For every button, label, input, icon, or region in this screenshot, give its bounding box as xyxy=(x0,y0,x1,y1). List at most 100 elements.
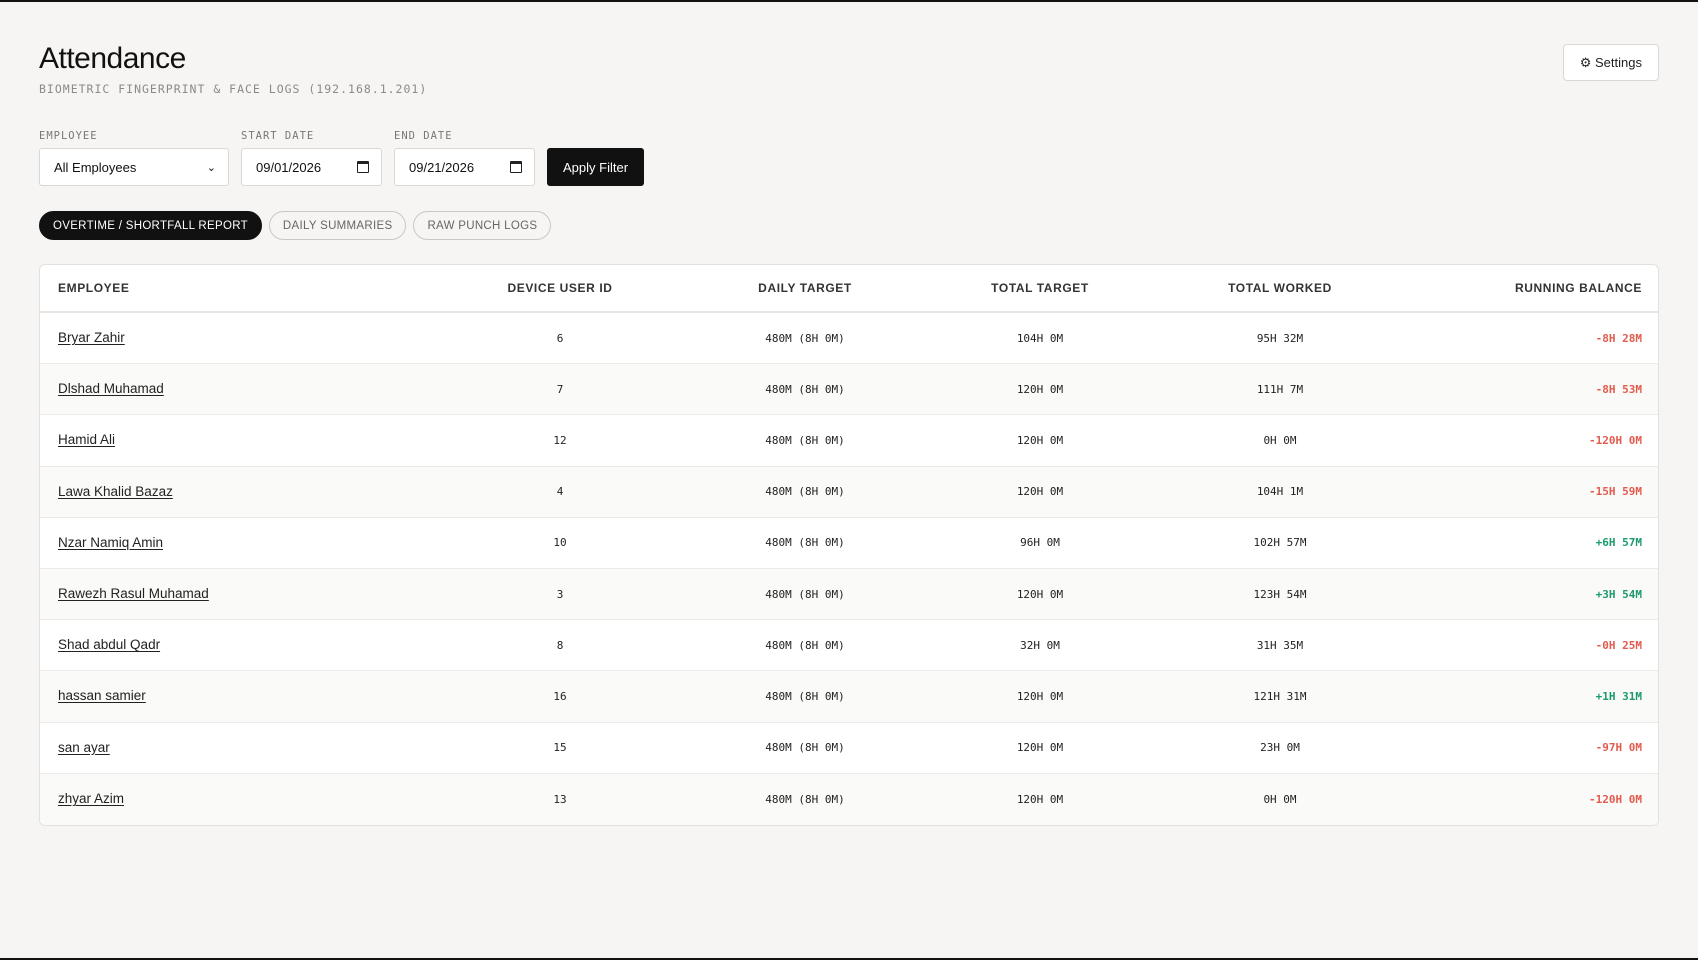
daily-target: 480M (8H 0M) xyxy=(765,536,845,550)
device-user-id: 10 xyxy=(553,536,567,550)
device-user-id: 15 xyxy=(553,741,567,755)
total-target: 120H 0M xyxy=(1016,689,1064,703)
running-balance: -120H 0M xyxy=(1589,792,1642,806)
table-row: Nzar Namiq Amin 10 480M (8H 0M) 96H 0M 1… xyxy=(40,518,1658,569)
total-worked: 23H 0M xyxy=(1260,741,1300,755)
end-date-input[interactable]: 09/21/2026 xyxy=(394,148,535,186)
employee-name-link[interactable]: Bryar Zahir xyxy=(58,330,125,345)
settings-button[interactable]: ⚙ Settings xyxy=(1562,44,1659,81)
running-balance: -8H 53M xyxy=(1595,382,1642,396)
page-title: Attendance xyxy=(39,42,186,75)
end-date-label: END DATE xyxy=(394,130,453,142)
employee-name-link[interactable]: Nzar Namiq Amin xyxy=(58,535,163,550)
total-target: 120H 0M xyxy=(1016,382,1064,396)
employee-name-link[interactable]: Rawezh Rasul Muhamad xyxy=(58,586,209,601)
start-date-filter: START DATE 09/01/2026 xyxy=(241,130,382,186)
employee-name-link[interactable]: Shad abdul Qadr xyxy=(58,637,160,652)
total-worked: 102H 57M xyxy=(1253,536,1307,550)
total-worked: 123H 54M xyxy=(1253,587,1307,601)
total-target: 120H 0M xyxy=(1016,485,1064,499)
daily-target: 480M (8H 0M) xyxy=(765,741,845,755)
calendar-icon[interactable] xyxy=(357,161,369,173)
chevron-down-icon: ⌄ xyxy=(206,161,216,174)
total-target: 104H 0M xyxy=(1016,331,1064,345)
col-employee: EMPLOYEE xyxy=(58,281,130,295)
start-date-value: 09/01/2026 xyxy=(256,159,322,175)
table-row: Lawa Khalid Bazaz 4 480M (8H 0M) 120H 0M… xyxy=(40,466,1658,518)
device-user-id: 6 xyxy=(556,331,564,345)
daily-target: 480M (8H 0M) xyxy=(765,638,845,652)
device-user-id: 16 xyxy=(553,689,567,703)
employee-name-link[interactable]: Dlshad Muhamad xyxy=(58,381,164,396)
total-target: 120H 0M xyxy=(1016,792,1064,806)
table-row: san ayar 15 480M (8H 0M) 120H 0M 23H 0M … xyxy=(40,723,1658,774)
col-total-target: TOTAL TARGET xyxy=(991,281,1089,295)
filter-bar: EMPLOYEE All Employees ⌄ START DATE 09/0… xyxy=(39,130,645,186)
device-user-id: 7 xyxy=(556,382,564,396)
device-user-id: 4 xyxy=(556,485,564,499)
daily-target: 480M (8H 0M) xyxy=(765,485,845,499)
col-device-user-id: DEVICE USER ID xyxy=(507,281,613,295)
total-worked: 31H 35M xyxy=(1256,638,1304,652)
total-target: 120H 0M xyxy=(1016,433,1064,447)
total-worked: 0H 0M xyxy=(1263,433,1297,447)
daily-target: 480M (8H 0M) xyxy=(765,433,845,447)
total-worked: 95H 32M xyxy=(1256,331,1304,345)
end-date-filter: END DATE 09/21/2026 xyxy=(394,130,535,186)
running-balance: -8H 28M xyxy=(1595,331,1642,345)
tab-raw-punch-logs[interactable]: RAW PUNCH LOGS xyxy=(413,211,552,240)
total-target: 96H 0M xyxy=(1020,536,1060,550)
table-header: EMPLOYEE DEVICE USER ID DAILY TARGET TOT… xyxy=(40,265,1658,313)
device-user-id: 3 xyxy=(556,587,564,601)
running-balance: -97H 0M xyxy=(1595,741,1642,755)
employee-select[interactable]: All Employees ⌄ xyxy=(39,148,229,186)
total-worked: 104H 1M xyxy=(1256,485,1304,499)
daily-target: 480M (8H 0M) xyxy=(765,587,845,601)
employee-select-value: All Employees xyxy=(54,159,137,175)
page-subtitle: BIOMETRIC FINGERPRINT & FACE LOGS (192.1… xyxy=(39,82,428,96)
device-user-id: 8 xyxy=(556,638,564,652)
device-user-id: 12 xyxy=(553,433,567,447)
daily-target: 480M (8H 0M) xyxy=(765,331,845,345)
page-header: Attendance BIOMETRIC FINGERPRINT & FACE … xyxy=(39,42,427,96)
total-target: 32H 0M xyxy=(1020,638,1060,652)
running-balance: -120H 0M xyxy=(1589,433,1642,447)
total-worked: 111H 7M xyxy=(1256,382,1304,396)
table-row: Bryar Zahir 6 480M (8H 0M) 104H 0M 95H 3… xyxy=(40,313,1658,365)
start-date-label: START DATE xyxy=(241,130,315,142)
table-body: Bryar Zahir 6 480M (8H 0M) 104H 0M 95H 3… xyxy=(40,313,1658,825)
employee-name-link[interactable]: Lawa Khalid Bazaz xyxy=(58,484,173,499)
daily-target: 480M (8H 0M) xyxy=(765,689,845,703)
daily-target: 480M (8H 0M) xyxy=(765,792,845,806)
apply-filter-button[interactable]: Apply Filter xyxy=(547,148,645,186)
running-balance: +3H 54M xyxy=(1595,587,1642,601)
table-row: Shad abdul Qadr 8 480M (8H 0M) 32H 0M 31… xyxy=(40,620,1658,672)
start-date-input[interactable]: 09/01/2026 xyxy=(241,148,382,186)
running-balance: -0H 25M xyxy=(1595,638,1642,652)
running-balance: -15H 59M xyxy=(1589,485,1642,499)
employee-name-link[interactable]: hassan samier xyxy=(58,688,146,703)
tab-overtime-shortfall[interactable]: OVERTIME / SHORTFALL REPORT xyxy=(39,211,262,240)
col-daily-target: DAILY TARGET xyxy=(758,281,852,295)
running-balance: +6H 57M xyxy=(1595,536,1642,550)
table-row: Rawezh Rasul Muhamad 3 480M (8H 0M) 120H… xyxy=(40,568,1658,621)
col-total-worked: TOTAL WORKED xyxy=(1228,281,1332,295)
table-row: hassan samier 16 480M (8H 0M) 120H 0M 12… xyxy=(40,671,1658,723)
table-row: Dlshad Muhamad 7 480M (8H 0M) 120H 0M 11… xyxy=(40,364,1658,416)
table-row: zhyar Azim 13 480M (8H 0M) 120H 0M 0H 0M… xyxy=(40,773,1658,825)
employee-label: EMPLOYEE xyxy=(39,130,98,142)
employee-name-link[interactable]: san ayar xyxy=(58,740,110,755)
total-worked: 121H 31M xyxy=(1253,689,1307,703)
report-table: EMPLOYEE DEVICE USER ID DAILY TARGET TOT… xyxy=(39,264,1659,826)
tab-daily-summaries[interactable]: DAILY SUMMARIES xyxy=(268,211,407,240)
employee-filter: EMPLOYEE All Employees ⌄ xyxy=(39,130,229,186)
calendar-icon[interactable] xyxy=(510,161,522,173)
table-row: Hamid Ali 12 480M (8H 0M) 120H 0M 0H 0M … xyxy=(40,415,1658,467)
total-target: 120H 0M xyxy=(1016,587,1064,601)
employee-name-link[interactable]: Hamid Ali xyxy=(58,432,115,447)
report-tabs: OVERTIME / SHORTFALL REPORT DAILY SUMMAR… xyxy=(39,211,552,240)
device-user-id: 13 xyxy=(553,792,567,806)
employee-name-link[interactable]: zhyar Azim xyxy=(58,791,124,806)
daily-target: 480M (8H 0M) xyxy=(765,382,845,396)
col-running-balance: RUNNING BALANCE xyxy=(1515,281,1642,295)
